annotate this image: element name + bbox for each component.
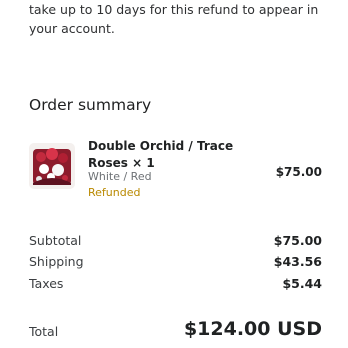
product-price: $75.00: [275, 165, 322, 179]
shipping-label: Shipping: [29, 254, 84, 269]
total-value: $124.00 USD: [183, 318, 322, 340]
subtotal-label: Subtotal: [29, 233, 82, 248]
product-variant: White / Red: [88, 170, 152, 183]
taxes-label: Taxes: [29, 276, 64, 291]
subtotal-value: $75.00: [273, 233, 322, 248]
product-thumbnail: [29, 143, 75, 189]
taxes-value: $5.44: [282, 276, 322, 291]
total-label: Total: [29, 324, 59, 339]
order-summary-title: Order summary: [29, 96, 152, 114]
refund-note-text: take up to 10 days for this refund to ap…: [29, 2, 319, 36]
shipping-value: $43.56: [273, 254, 322, 269]
product-name: Double Orchid / Trace Roses × 1: [88, 139, 234, 170]
refund-status-label: Refunded: [88, 186, 141, 199]
flower-arrangement-icon: [29, 143, 75, 189]
